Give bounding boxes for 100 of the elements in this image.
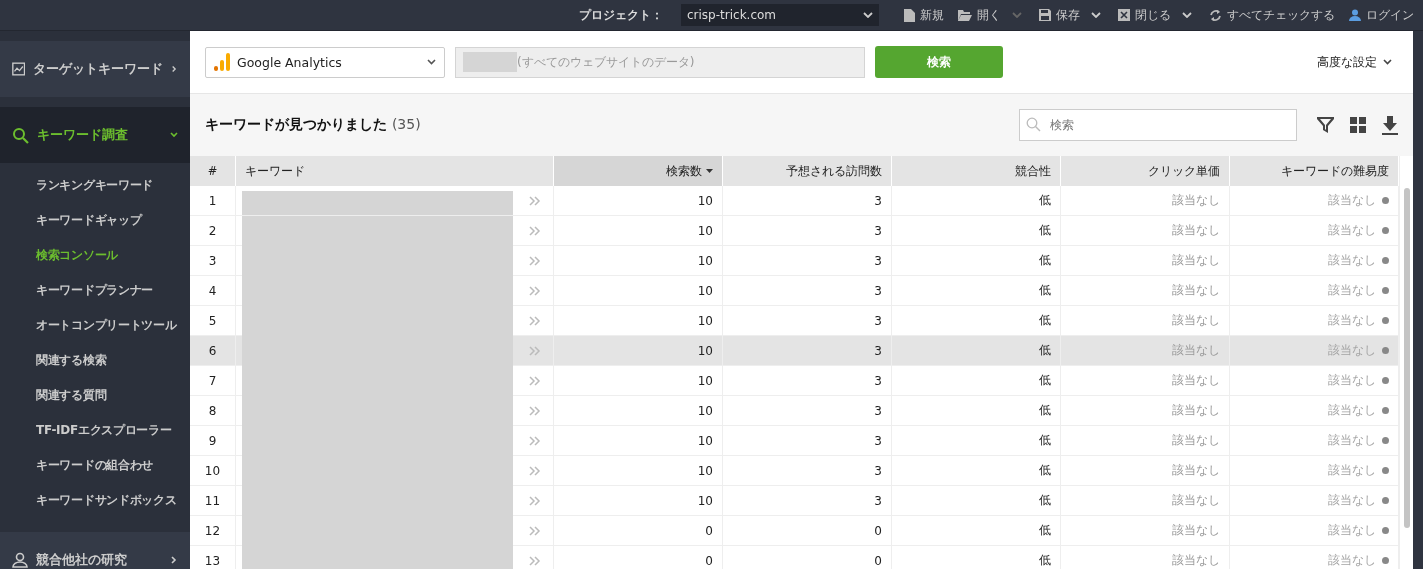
table-cell: 該当なし [1328,372,1376,389]
table-row[interactable]: 9 10 3 低 該当なし 該当なし [190,426,1399,456]
double-chevron-icon[interactable] [529,255,541,266]
double-chevron-icon[interactable] [529,315,541,326]
table-cell: 低 [892,276,1061,305]
search-icon [1026,117,1041,132]
double-chevron-icon[interactable] [529,465,541,476]
filter-icon[interactable] [1317,117,1334,133]
user-icon [12,552,28,568]
double-chevron-icon[interactable] [529,435,541,446]
table-row[interactable]: 2 10 3 低 該当なし 該当なし [190,216,1399,246]
sidebar-subitem[interactable]: 関連する検索 [0,343,190,378]
table-row[interactable]: 8 10 3 低 該当なし 該当なし [190,396,1399,426]
double-chevron-icon[interactable] [529,495,541,506]
column-header[interactable]: 検索数 [554,156,723,186]
sidebar-subitem[interactable]: ランキングキーワード [0,168,190,203]
table-cell: 3 [723,216,892,245]
project-dropdown[interactable]: crisp-trick.com [681,4,879,26]
table-cell: 10 [554,246,723,275]
table-row[interactable]: 10 10 3 低 該当なし 該当なし [190,456,1399,486]
table-row[interactable]: 3 10 3 低 該当なし 該当なし [190,246,1399,276]
download-icon[interactable] [1382,115,1398,135]
double-chevron-icon[interactable] [529,405,541,416]
sidebar-subitem[interactable]: TF-IDFエクスプローラー [0,413,190,448]
sidebar-subitem[interactable]: 検索コンソール [0,238,190,273]
column-header[interactable]: 競合性 [892,156,1061,186]
table-cell: 該当なし [1061,336,1230,365]
table-cell: 10 [554,366,723,395]
table-row[interactable]: 13 0 0 低 該当なし 該当なし [190,546,1399,569]
double-chevron-icon[interactable] [529,525,541,536]
table-cell: 3 [723,486,892,515]
sidebar-subitem[interactable]: キーワードの組合わせ [0,448,190,483]
toolbar-button[interactable]: 開く [955,6,1004,24]
table-row[interactable]: 7 10 3 低 該当なし 該当なし [190,366,1399,396]
table-cell: 3 [723,276,892,305]
sidebar-item[interactable]: 競合他社の研究 [0,532,190,569]
toolbar-button[interactable]: 閉じる [1115,6,1174,24]
sidebar-subitem[interactable]: キーワードサンドボックス [0,483,190,518]
table-row[interactable]: 1 10 3 低 該当なし 該当なし [190,186,1399,216]
table-cell: 6 [190,336,236,365]
double-chevron-icon[interactable] [529,345,541,356]
grid-icon[interactable] [1350,117,1366,133]
table-cell: 3 [723,336,892,365]
table-cell: 8 [190,396,236,425]
table-cell: 10 [190,456,236,485]
table-row[interactable]: 11 10 3 低 該当なし 該当なし [190,486,1399,516]
table-cell: 4 [190,276,236,305]
table-cell: 12 [190,516,236,545]
double-chevron-icon[interactable] [529,555,541,566]
status-dot [1382,527,1389,534]
search-field[interactable]: 検索 [1019,109,1297,141]
table-cell: 0 [554,516,723,545]
table-cell: 低 [892,426,1061,455]
table-row[interactable]: 12 0 0 低 該当なし 該当なし [190,516,1399,546]
table-cell: 該当なし [1328,522,1376,539]
chart-icon [12,61,26,77]
column-header[interactable]: # [190,156,236,186]
sidebar-item[interactable]: キーワード調査 [0,107,190,163]
table-cell: 低 [892,186,1061,215]
sidebar-subitem[interactable]: 関連する質問 [0,378,190,413]
double-chevron-icon[interactable] [529,195,541,206]
column-header[interactable]: 予想される訪問数 [723,156,892,186]
double-chevron-icon[interactable] [529,375,541,386]
advanced-settings-button[interactable]: 高度な設定 [1311,52,1398,72]
toolbar-button[interactable]: すべてチェックする [1206,6,1338,24]
status-dot [1382,437,1389,444]
table-cell: 該当なし [1328,282,1376,299]
sidebar-subitem[interactable]: キーワードギャップ [0,203,190,238]
refresh-icon [1209,8,1222,22]
search-icon [12,126,29,144]
double-chevron-icon[interactable] [529,285,541,296]
table-cell: 該当なし [1328,462,1376,479]
table-cell: 10 [554,186,723,215]
table-cell: 10 [554,486,723,515]
toolbar-button[interactable]: 新規 [901,6,947,24]
table-cell: 該当なし [1328,252,1376,269]
login-button[interactable]: ログイン [1346,6,1417,24]
results-count: (35) [391,116,421,132]
chevron-right-icon [171,65,178,73]
status-dot [1382,287,1389,294]
source-dropdown[interactable]: Google Analytics [205,46,445,78]
table-cell: 該当なし [1061,486,1230,515]
scrollbar-thumb[interactable] [1403,188,1410,528]
table-cell: 該当なし [1328,552,1376,569]
status-dot [1382,467,1389,474]
table-cell: 10 [554,396,723,425]
chevron-down-icon [170,131,178,139]
folder-icon [958,9,972,21]
double-chevron-icon[interactable] [529,225,541,236]
table-cell: 該当なし [1061,426,1230,455]
sidebar-subitem[interactable]: キーワードプランナー [0,273,190,308]
table-row[interactable]: 4 10 3 低 該当なし 該当なし [190,276,1399,306]
save-icon [1039,9,1051,21]
sidebar-subitem[interactable]: オートコンプリートツール [0,308,190,343]
table-cell: 3 [723,246,892,275]
table-cell: 該当なし [1061,396,1230,425]
status-dot [1382,407,1389,414]
toolbar-button[interactable]: 保存 [1036,6,1083,24]
column-header[interactable]: クリック単価 [1061,156,1230,186]
sidebar-item[interactable]: ターゲットキーワード [0,41,190,97]
